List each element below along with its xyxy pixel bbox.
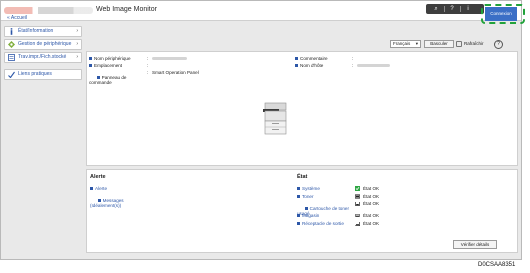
language-select-value: Français <box>393 41 411 46</box>
messages-link-label: Messages (Idéalement(s)) <box>90 198 124 208</box>
app-title: Web Image Monitor <box>96 6 157 13</box>
bullet-icon <box>297 214 300 218</box>
control-panel-value: Smart Operation Panel <box>152 70 199 75</box>
info-icon[interactable]: i <box>463 5 473 13</box>
search-icon[interactable]: ⌕ <box>431 5 441 13</box>
alert-link-label: Alerte <box>95 186 108 191</box>
highlight-marker <box>481 4 525 24</box>
waste-toner-icon <box>355 202 360 206</box>
header-toolbar: ⌕ ? i <box>426 4 484 14</box>
status-label: Magasin <box>302 213 320 218</box>
sidebar-item-label: Gestion de périphérique <box>18 41 72 47</box>
status-row-system[interactable]: Système <box>297 186 320 191</box>
bullet-icon <box>89 64 92 68</box>
sidebar-item-label: Liens pratiques <box>18 71 52 77</box>
bullet-icon <box>295 57 298 61</box>
toolbar-divider <box>460 6 461 12</box>
check-details-button[interactable]: Vérifier détails <box>453 240 497 249</box>
bullet-icon <box>297 187 300 191</box>
device-management-icon <box>8 41 15 48</box>
sidebar-item-label: État/Information <box>18 28 54 34</box>
document-id: D0CSAA8351 <box>478 262 516 268</box>
chevron-right-icon: › <box>76 28 78 34</box>
bullet-icon <box>96 76 100 80</box>
refresh-icon <box>456 41 462 47</box>
sidebar-item-links[interactable]: Liens pratiques <box>4 69 82 80</box>
status-value: État OK <box>363 213 380 218</box>
bullet-icon <box>89 57 92 61</box>
status-label: Réceptacle de sortie <box>302 221 344 226</box>
separator: : <box>352 56 354 61</box>
status-row-tray[interactable]: Magasin <box>297 213 319 218</box>
print-jobs-icon <box>8 54 15 61</box>
chevron-down-icon: ▾ <box>415 41 418 46</box>
status-label: Toner <box>302 194 314 199</box>
refresh-label: Rafraîchir <box>464 41 484 46</box>
comment-label: Commentaire <box>300 56 328 61</box>
status-value: État OK <box>363 194 380 199</box>
device-info-panel: Nom périphérique : Emplacement : Panneau… <box>86 51 518 166</box>
toolbar-divider <box>444 6 445 12</box>
bullet-icon <box>304 207 308 211</box>
separator: : <box>352 63 354 68</box>
hostname-value-redacted <box>357 64 390 67</box>
printer-image <box>263 102 287 135</box>
help-button[interactable]: ? <box>494 40 503 49</box>
language-select[interactable]: Français ▾ <box>390 40 421 48</box>
device-name-label: Nom périphérique <box>94 56 131 61</box>
toner-icon <box>355 194 360 199</box>
output-tray-icon <box>355 222 360 226</box>
bullet-icon <box>295 64 298 68</box>
bullet-icon <box>297 195 300 199</box>
status-row-output-tray[interactable]: Réceptacle de sortie <box>297 221 344 226</box>
chevron-right-icon: › <box>76 41 78 47</box>
browser-frame: Web Image Monitor « Accueil ⌕ ? i Connex… <box>0 0 525 260</box>
messages-link[interactable]: Messages (Idéalement(s)) <box>90 193 124 213</box>
control-panel-label: Panneau de commande <box>89 75 127 85</box>
system-ok-icon <box>355 186 360 191</box>
status-row-toner[interactable]: Toner <box>297 194 314 199</box>
bullet-icon <box>90 187 93 191</box>
bullet-icon <box>97 199 101 203</box>
device-name-row: Nom périphérique <box>89 56 131 61</box>
location-label: Emplacement <box>94 63 123 68</box>
separator: : <box>147 56 149 61</box>
status-value: État OK <box>363 221 380 226</box>
tray-icon <box>355 214 360 217</box>
status-label: Système <box>302 186 320 191</box>
alert-link[interactable]: Alerte <box>90 186 107 191</box>
links-icon <box>8 71 15 78</box>
status-value: État OK <box>363 201 380 206</box>
refresh-button[interactable]: Rafraîchir <box>456 40 489 48</box>
help-icon[interactable]: ? <box>447 5 457 13</box>
header: Web Image Monitor « Accueil ⌕ ? i Connex… <box>1 1 525 24</box>
device-name-value-redacted <box>152 57 187 60</box>
brand-logo <box>4 7 93 14</box>
sidebar-item-device-management[interactable]: Gestion de périphérique › <box>4 39 82 50</box>
chevron-right-icon: › <box>76 54 78 60</box>
comment-row: Commentaire <box>295 56 328 61</box>
separator: : <box>147 70 149 75</box>
control-panel-row: Panneau de commande <box>89 70 126 90</box>
sidebar-item-label: Trav.impr./Fich.stocké <box>18 54 67 60</box>
status-value: État OK <box>363 186 380 191</box>
status-title: État <box>297 174 308 180</box>
status-row-waste-toner[interactable]: Cartouche de toner usagé <box>297 201 349 221</box>
bullet-icon <box>297 222 300 226</box>
sidebar-item-print-jobs[interactable]: Trav.impr./Fich.stocké › <box>4 52 82 63</box>
breadcrumb[interactable]: « Accueil <box>7 15 27 21</box>
switch-button[interactable]: Basculer <box>424 40 454 48</box>
separator: : <box>147 63 149 68</box>
hostname-row: Nom d'hôte <box>295 63 323 68</box>
location-row: Emplacement <box>89 63 122 68</box>
sidebar-item-status[interactable]: État/Information › <box>4 26 82 37</box>
alert-title: Alerte <box>90 174 106 180</box>
info-icon <box>10 28 13 35</box>
hostname-label: Nom d'hôte <box>300 63 324 68</box>
